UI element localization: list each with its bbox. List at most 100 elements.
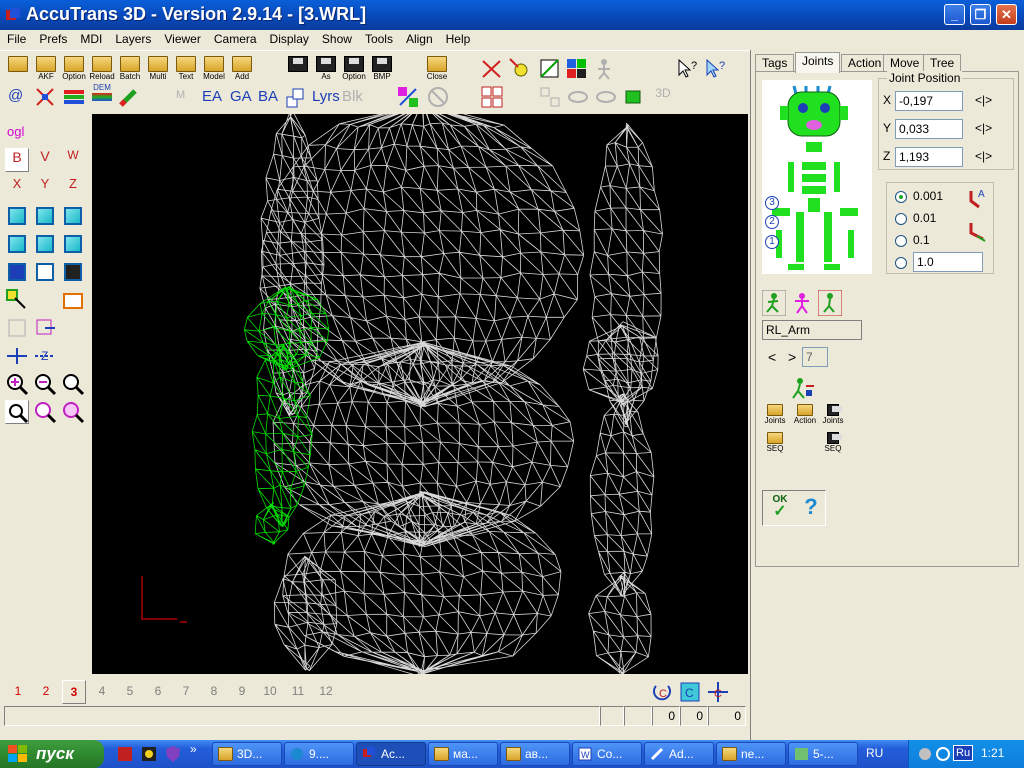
joint-index-field[interactable]: 7 [802, 347, 828, 367]
tab-joints[interactable]: Joints [795, 52, 841, 73]
next-joint-button[interactable]: > [788, 349, 796, 365]
prev-joint-button[interactable]: < [768, 349, 776, 365]
zoom-in-icon[interactable] [5, 372, 29, 396]
transform-axes-icon[interactable] [480, 57, 506, 85]
menu-show[interactable]: Show [315, 30, 358, 46]
view-back-button[interactable] [33, 232, 57, 256]
align-disabled-icon[interactable] [538, 85, 564, 113]
tray-speaker-icon[interactable] [917, 746, 933, 762]
joint-b-icon[interactable] [967, 219, 989, 243]
help-button[interactable]: ? [799, 494, 823, 522]
save-option-button[interactable]: Option [341, 55, 367, 83]
minimize-button[interactable]: _ [944, 4, 965, 25]
menu-tools[interactable]: Tools [358, 30, 399, 46]
camera-c-icon[interactable]: C [678, 680, 702, 704]
menu-viewer[interactable]: Viewer [157, 30, 206, 46]
pen-icon[interactable] [117, 85, 143, 113]
zoom-extents-icon[interactable] [5, 400, 29, 424]
select-brush-icon[interactable] [5, 288, 29, 312]
pose-walk-icon[interactable] [818, 290, 842, 316]
multi-button[interactable]: Multi [145, 55, 171, 83]
add-text-button[interactable]: Text [173, 55, 199, 83]
rotate-w-button[interactable]: W [61, 148, 85, 172]
batch-button[interactable]: Batch [117, 55, 143, 83]
language-indicator[interactable]: RU [866, 746, 883, 760]
task-item-6[interactable]: W Co... [572, 742, 642, 766]
zoom-window-icon[interactable] [33, 400, 57, 424]
axis-z-icon[interactable]: Z [33, 344, 57, 368]
menu-align[interactable]: Align [399, 30, 439, 46]
save-seq-button[interactable]: SEQ [818, 432, 848, 460]
joint-y-spin[interactable]: <|> [975, 121, 992, 135]
tab-tree[interactable]: Tree [923, 54, 962, 72]
at-button[interactable]: @ [8, 87, 23, 104]
open-action-button[interactable]: Action [790, 404, 820, 432]
context-help-icon[interactable]: ? [704, 57, 730, 85]
view-side-button[interactable] [61, 204, 85, 228]
view-tab-9[interactable]: 9 [230, 680, 254, 704]
joint-z-field[interactable]: 1,193 [895, 147, 963, 167]
layer-green-icon[interactable] [622, 85, 648, 113]
view-front-button[interactable] [5, 232, 29, 256]
joint-x-spin[interactable]: <|> [975, 93, 992, 107]
joint-a-icon[interactable]: A [967, 187, 989, 211]
m-button[interactable]: M [176, 89, 185, 101]
task-item-2[interactable]: 9.... [284, 742, 354, 766]
view-tab-4[interactable]: 4 [90, 680, 114, 704]
lyrs-button[interactable]: Lyrs [312, 88, 340, 105]
level-1-badge[interactable]: 1 [765, 235, 779, 249]
move-icon[interactable] [508, 57, 534, 85]
color-bands-icon[interactable] [62, 85, 88, 113]
dem-button[interactable]: DEM [89, 83, 115, 111]
figure-disabled-icon[interactable] [592, 57, 618, 85]
ga-button[interactable]: GA [230, 88, 252, 105]
view-top-button[interactable] [33, 204, 57, 228]
reload-button[interactable]: Reload [89, 55, 115, 83]
level-3-badge[interactable]: 3 [765, 196, 779, 210]
rotate-camera-icon[interactable]: C [650, 680, 674, 704]
color-edit-icon[interactable] [396, 85, 422, 113]
ok-button[interactable]: OK ✓ [767, 494, 793, 522]
task-item-5[interactable]: ав... [500, 742, 570, 766]
menu-help[interactable]: Help [439, 30, 477, 46]
task-item-1[interactable]: 3D... [212, 742, 282, 766]
3d-button[interactable]: 3D [648, 87, 678, 117]
wireframe-model[interactable] [92, 114, 748, 674]
rotate-y-button[interactable]: Y [33, 176, 57, 200]
level-2-badge[interactable]: 2 [765, 215, 779, 229]
save-joints-button[interactable]: Joints [818, 404, 848, 432]
open-akf-button[interactable]: AKF [33, 55, 59, 83]
help-pointer-icon[interactable]: ? [676, 57, 702, 85]
view-tab-10[interactable]: 10 [258, 680, 282, 704]
start-button[interactable]: пуск [0, 740, 104, 768]
zoom-all-icon[interactable] [61, 400, 85, 424]
view-tab-3[interactable]: 3 [62, 680, 86, 704]
joint-x-field[interactable]: -0,197 [895, 91, 963, 111]
menu-mdi[interactable]: MDI [73, 30, 108, 46]
open-seq-button[interactable]: SEQ [760, 432, 790, 460]
task-item-7[interactable]: Ad... [644, 742, 714, 766]
action-figure-icon[interactable] [788, 376, 816, 402]
close-model-button[interactable]: Close [424, 55, 450, 83]
step-001-radio[interactable] [895, 213, 907, 225]
tray-language-icon[interactable]: Ru [953, 745, 974, 761]
save-button[interactable] [285, 55, 311, 83]
no-entry-icon[interactable] [426, 85, 452, 113]
rotate-x-button[interactable]: X [5, 176, 29, 200]
view-tab-6[interactable]: 6 [146, 680, 170, 704]
maximize-button[interactable]: ❐ [970, 4, 991, 25]
add-button[interactable]: Add [229, 55, 255, 83]
bounding-box-icon[interactable] [538, 57, 564, 85]
open-button[interactable] [5, 55, 31, 83]
grid-select-icon[interactable] [480, 85, 506, 113]
rotate-b-button[interactable]: B [5, 148, 29, 172]
view-light-button[interactable] [5, 260, 29, 284]
menu-camera[interactable]: Camera [207, 30, 263, 46]
close-button[interactable]: ✕ [996, 4, 1017, 25]
view-tab-1[interactable]: 1 [6, 680, 30, 704]
blks-button[interactable]: Blk [342, 88, 363, 105]
color-select-icon[interactable] [565, 57, 591, 85]
step-custom-radio[interactable] [895, 257, 907, 269]
pose-stand-icon[interactable] [790, 290, 814, 316]
open-option-button[interactable]: Option [61, 55, 87, 83]
